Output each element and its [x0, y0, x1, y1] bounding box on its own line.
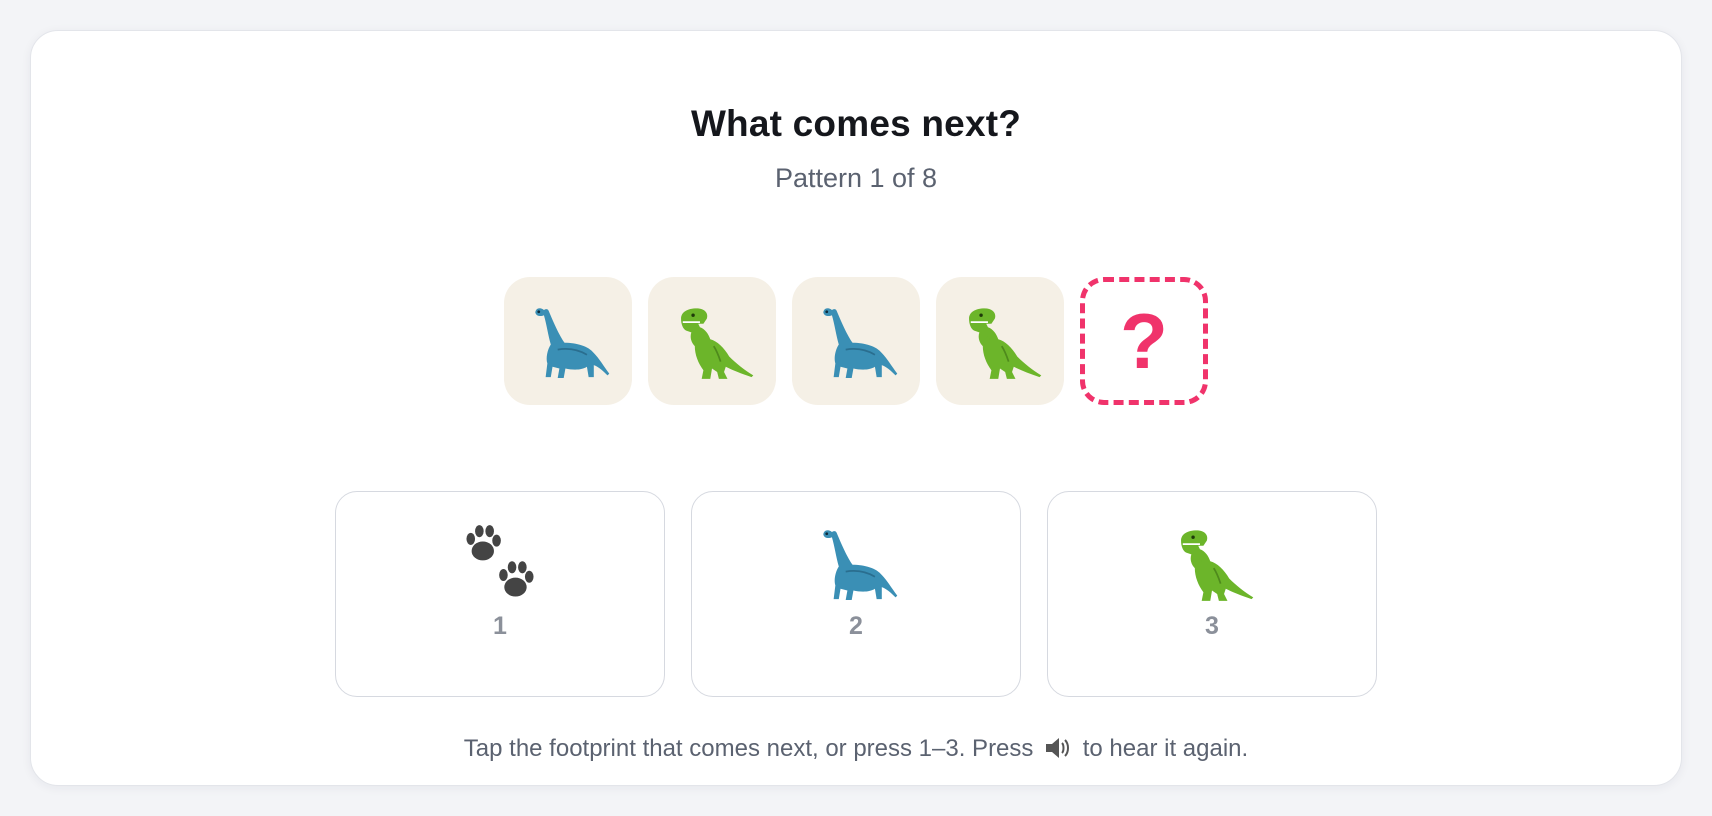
choice-button-3[interactable]: 3	[1047, 491, 1377, 697]
sequence-tile	[792, 277, 920, 405]
pattern-sequence: ?	[31, 277, 1681, 405]
choice-button-2[interactable]: 2	[691, 491, 1021, 697]
sauropod-icon	[525, 298, 611, 384]
choice-number: 2	[849, 612, 863, 640]
t-rex-icon	[1169, 520, 1255, 606]
hint-text: Tap the footprint that comes next, or pr…	[463, 735, 1034, 762]
choice-number: 3	[1205, 612, 1219, 640]
choice-number: 1	[493, 612, 507, 640]
page-title: What comes next?	[31, 103, 1681, 145]
title-emphasis: next?	[921, 103, 1022, 144]
choice-button-1[interactable]: 1	[335, 491, 665, 697]
answer-choices: 1 2 3	[31, 491, 1681, 697]
pattern-progress: Pattern 1 of 8	[774, 163, 938, 193]
t-rex-icon	[957, 298, 1043, 384]
hint-text-end: to hear it again.	[1082, 735, 1249, 762]
sauropod-icon	[813, 298, 899, 384]
title-prefix: What comes	[690, 103, 922, 144]
question-mark: ?	[1120, 297, 1168, 385]
sequence-tile	[504, 277, 632, 405]
sauropod-icon	[813, 520, 899, 606]
mystery-tile: ?	[1080, 277, 1208, 405]
sequence-tile	[936, 277, 1064, 405]
t-rex-icon	[669, 298, 755, 384]
speaker-icon[interactable]	[1044, 736, 1070, 760]
game-card: What comes next? Pattern 1 of 8 ? 1 2 3	[30, 30, 1682, 786]
paw-prints-icon	[457, 520, 543, 606]
sequence-tile	[648, 277, 776, 405]
instructions: Tap the footprint that comes next, or pr…	[31, 735, 1681, 763]
